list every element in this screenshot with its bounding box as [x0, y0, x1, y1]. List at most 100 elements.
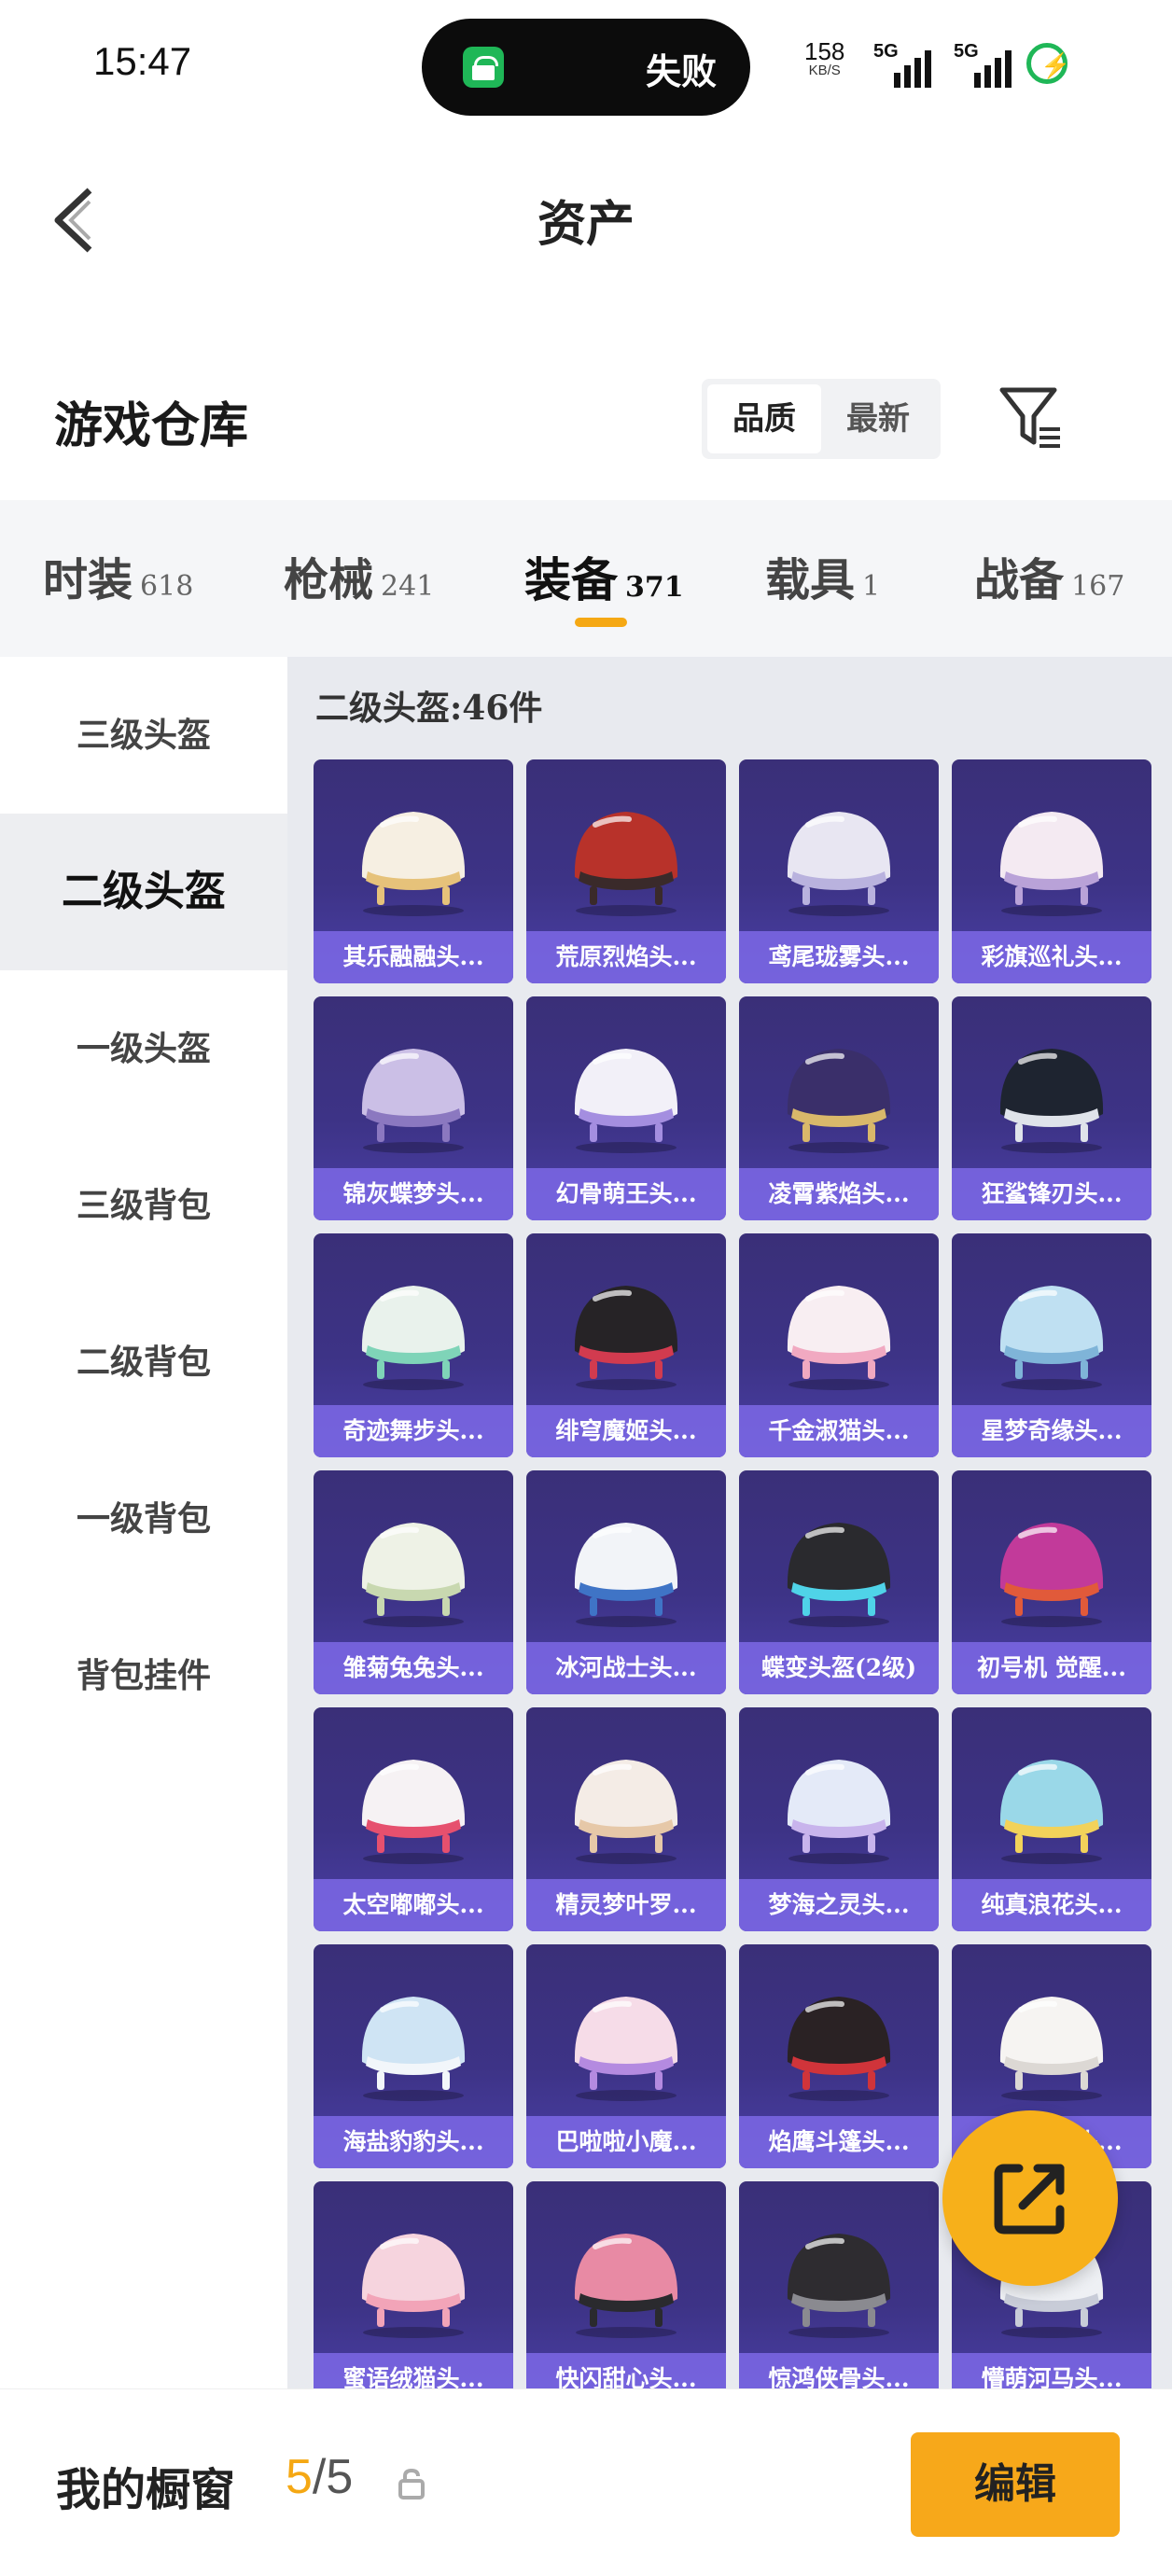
tab-fashion[interactable]: 时装 618: [43, 543, 193, 608]
item-card[interactable]: 冰河战士头...: [526, 1470, 726, 1694]
sidebar-item-backpack-pendant[interactable]: 背包挂件: [0, 1597, 287, 1754]
item-card-name: 荒原烈焰头...: [526, 931, 726, 983]
helmet-icon: [999, 1997, 1104, 2101]
network-speed-unit: KB/S: [808, 63, 841, 78]
item-card[interactable]: 蜜语绒猫头...: [314, 2181, 513, 2388]
item-card[interactable]: 狂鲨锋刃头...: [952, 996, 1151, 1220]
item-card[interactable]: 幻骨萌王头...: [526, 996, 726, 1220]
battery-charging-icon: ⚡: [1026, 43, 1070, 84]
tab-label: 枪械: [284, 554, 374, 606]
item-card-name: 焰鹰斗篷头...: [739, 2116, 939, 2168]
item-card-name: 快闪甜心头...: [526, 2353, 726, 2388]
sidebar-item-level1-helmet[interactable]: 一级头盔: [0, 970, 287, 1127]
tab-label: 载具: [765, 554, 856, 606]
sidebar-item-level3-helmet[interactable]: 三级头盔: [0, 657, 287, 814]
showcase-count: 5/5: [286, 2449, 353, 2505]
helmet-icon: [361, 812, 466, 916]
lock-icon: [398, 2468, 426, 2499]
showcase-separator: /: [312, 2450, 327, 2504]
item-card[interactable]: 太空嘟嘟头...: [314, 1707, 513, 1931]
filter-button[interactable]: [998, 384, 1064, 452]
item-card-name: 蜜语绒猫头...: [314, 2353, 513, 2388]
tab-supplies[interactable]: 战备 167: [974, 543, 1124, 608]
helmet-icon: [361, 2234, 466, 2338]
tab-label: 装备: [524, 552, 618, 607]
sidebar-item-level3-backpack[interactable]: 三级背包: [0, 1127, 287, 1284]
helmet-icon: [999, 812, 1104, 916]
item-card[interactable]: 荒原烈焰头...: [526, 759, 726, 983]
helmet-icon: [787, 1760, 891, 1864]
item-card[interactable]: 彩旗巡礼头...: [952, 759, 1151, 983]
item-card-name: 懵萌河马头...: [952, 2353, 1151, 2388]
helmet-icon: [999, 1760, 1104, 1864]
item-card-name: 千金淑猫头...: [739, 1405, 939, 1457]
item-card-name: 其乐融融头...: [314, 931, 513, 983]
sort-quality-button[interactable]: 品质: [707, 384, 821, 453]
helmet-icon: [787, 1997, 891, 2101]
item-card[interactable]: 纯真浪花头...: [952, 1707, 1151, 1931]
item-card-name: 星梦奇缘头...: [952, 1405, 1151, 1457]
item-card[interactable]: 焰鹰斗篷头...: [739, 1944, 939, 2168]
item-card-name: 雏菊兔兔头...: [314, 1642, 513, 1694]
helmet-icon: [361, 1523, 466, 1627]
item-card[interactable]: 快闪甜心头...: [526, 2181, 726, 2388]
item-card[interactable]: 千金淑猫头...: [739, 1233, 939, 1457]
helmet-icon: [787, 2234, 891, 2338]
item-card[interactable]: 鸢尾珑雾头...: [739, 759, 939, 983]
section-title: 游戏仓库: [54, 397, 249, 454]
tab-label: 时装: [43, 554, 133, 606]
item-card-name: 鸢尾珑雾头...: [739, 931, 939, 983]
item-card[interactable]: 凌霄紫焰头...: [739, 996, 939, 1220]
item-card-name: 纯真浪花头...: [952, 1879, 1151, 1931]
item-card[interactable]: 星梦奇缘头...: [952, 1233, 1151, 1457]
helmet-icon: [787, 1049, 891, 1153]
item-card[interactable]: 其乐融融头...: [314, 759, 513, 983]
item-card[interactable]: 绯穹魔姬头...: [526, 1233, 726, 1457]
share-fab[interactable]: [942, 2110, 1118, 2286]
status-bar: 15:47 失败 158 KB/S 5G 5G ⚡: [0, 0, 1172, 131]
sidebar-item-level2-backpack[interactable]: 二级背包: [0, 1284, 287, 1441]
tab-equipment[interactable]: 装备 371: [524, 543, 684, 610]
item-card[interactable]: 海盐豹豹头...: [314, 1944, 513, 2168]
helmet-icon: [574, 1049, 678, 1153]
item-card-name: 巴啦啦小魔...: [526, 2116, 726, 2168]
helmet-icon: [999, 1049, 1104, 1153]
item-card[interactable]: 梦海之灵头...: [739, 1707, 939, 1931]
helmet-icon: [574, 1523, 678, 1627]
sidebar-item-level1-backpack[interactable]: 一级背包: [0, 1441, 287, 1597]
item-card[interactable]: 蝶变头盔(2级): [739, 1470, 939, 1694]
item-card[interactable]: 巴啦啦小魔...: [526, 1944, 726, 2168]
tab-weapons[interactable]: 枪械 241: [284, 543, 434, 608]
dynamic-island[interactable]: 失败: [422, 19, 750, 116]
helmet-icon: [574, 1760, 678, 1864]
helmet-icon: [787, 1523, 891, 1627]
helmet-icon: [999, 1523, 1104, 1627]
signal-label: 5G: [873, 41, 899, 62]
item-card-name: 初号机 觉醒...: [952, 1642, 1151, 1694]
tab-count: 1: [862, 570, 881, 603]
item-card[interactable]: 初号机 觉醒...: [952, 1470, 1151, 1694]
status-time: 15:47: [93, 39, 192, 83]
sort-toggle: 品质 最新: [702, 379, 941, 459]
item-card-name: 惊鸿侠骨头...: [739, 2353, 939, 2388]
tab-count: 241: [381, 570, 435, 603]
category-tabs: 时装 618 枪械 241 装备 371 载具 1 战备 167: [0, 500, 1172, 657]
item-card[interactable]: 雏菊兔兔头...: [314, 1470, 513, 1694]
item-card[interactable]: 奇迹舞步头...: [314, 1233, 513, 1457]
item-card-name: 奇迹舞步头...: [314, 1405, 513, 1457]
sort-newest-button[interactable]: 最新: [821, 384, 935, 453]
item-card[interactable]: 锦灰蝶梦头...: [314, 996, 513, 1220]
item-card-name: 太空嘟嘟头...: [314, 1879, 513, 1931]
helmet-icon: [361, 1049, 466, 1153]
item-card-name: 蝶变头盔(2级): [739, 1642, 939, 1694]
sidebar-item-level2-helmet[interactable]: 二级头盔: [0, 814, 287, 970]
item-card-name: 狂鲨锋刃头...: [952, 1168, 1151, 1220]
filter-icon: [999, 387, 1060, 448]
edit-button[interactable]: 编辑: [911, 2432, 1120, 2537]
item-card[interactable]: 惊鸿侠骨头...: [739, 2181, 939, 2388]
showcase-current: 5: [286, 2450, 313, 2504]
tab-vehicles[interactable]: 载具 1: [765, 543, 880, 608]
item-card[interactable]: 精灵梦叶罗...: [526, 1707, 726, 1931]
showcase-total: 5: [326, 2450, 354, 2504]
showcase-bar: 我的橱窗 5/5 编辑: [0, 2388, 1172, 2576]
